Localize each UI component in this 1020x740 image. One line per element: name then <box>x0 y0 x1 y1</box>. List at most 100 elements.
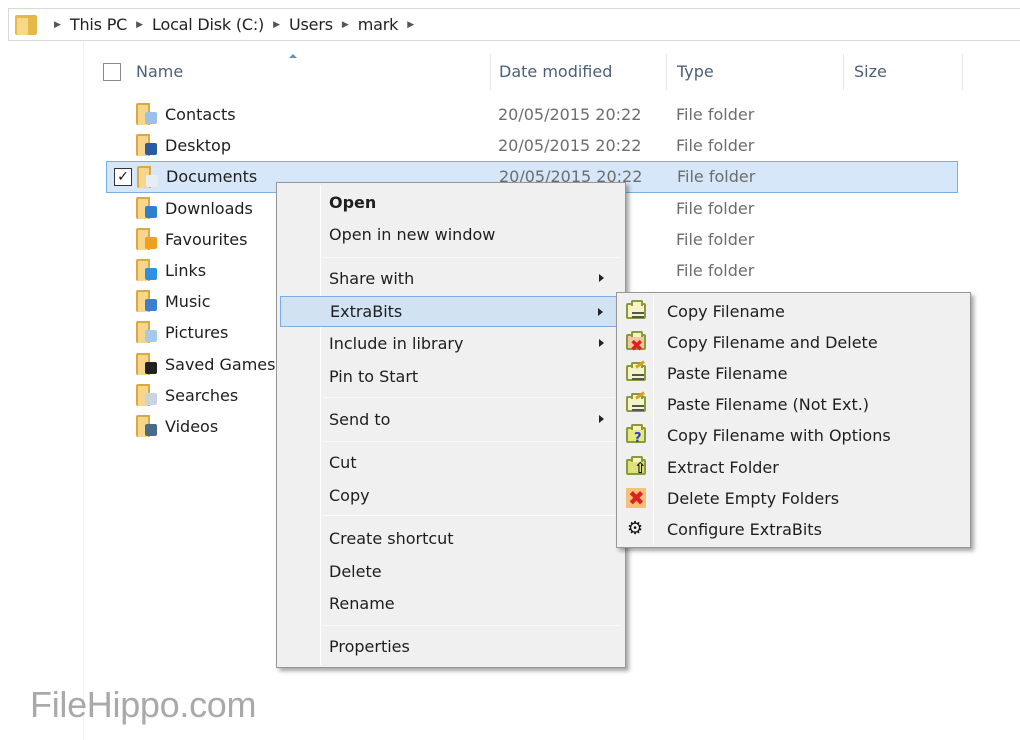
submenu-arrow-icon <box>599 339 604 347</box>
menu-item-label: Create shortcut <box>329 529 454 548</box>
menu-separator <box>323 441 620 442</box>
file-name: Desktop <box>165 136 231 156</box>
breadcrumb-local-disk[interactable]: Local Disk (C:) <box>152 15 264 34</box>
menu-item-pin-to-start[interactable]: Pin to Start <box>280 361 622 392</box>
submenu-item-label: Paste Filename (Not Ext.) <box>667 395 870 415</box>
breadcrumb-chevron-icon[interactable]: ▶ <box>273 20 280 30</box>
menu-item-label: Include in library <box>329 334 464 353</box>
breadcrumb-chevron-icon[interactable]: ▶ <box>136 20 143 30</box>
breadcrumb-users[interactable]: Users <box>289 15 333 34</box>
column-divider[interactable] <box>490 54 491 90</box>
paste-filename-noext-icon <box>626 391 646 414</box>
file-name: Music <box>165 292 211 312</box>
submenu-item-copy-filename-and-delete[interactable]: ✖ Copy Filename and Delete <box>620 327 967 358</box>
file-type: File folder <box>676 261 755 281</box>
file-row[interactable]: Contacts 20/05/2015 20:22 File folder <box>106 99 958 130</box>
menu-item-cut[interactable]: Cut <box>280 447 622 478</box>
file-name: Searches <box>165 385 239 405</box>
copy-filename-options-icon: ? <box>626 424 646 445</box>
searches-folder-icon <box>136 383 158 406</box>
column-headers: Name Date modified Type Size <box>84 48 1020 96</box>
gear-icon: ⚙ <box>627 517 644 539</box>
breadcrumb-chevron-icon[interactable]: ▶ <box>54 20 61 30</box>
submenu-item-label: Delete Empty Folders <box>667 488 840 508</box>
submenu-item-paste-filename[interactable]: Paste Filename <box>620 358 967 389</box>
column-header-name[interactable]: Name <box>136 62 183 81</box>
menu-item-label: Rename <box>329 594 395 613</box>
menu-item-label: Open <box>329 193 377 212</box>
context-menu: Open Open in new window Share with ExtraBit… <box>276 182 626 668</box>
submenu-item-copy-filename-with-options[interactable]: ? Copy Filename with Options <box>620 420 967 451</box>
folder-icon <box>15 14 37 35</box>
paste-filename-icon <box>626 360 646 383</box>
column-divider[interactable] <box>843 54 844 90</box>
submenu-item-extract-folder[interactable]: ⇧ Extract Folder <box>620 452 967 483</box>
menu-item-share-with[interactable]: Share with <box>280 263 622 294</box>
menu-separator <box>323 397 620 398</box>
column-header-size[interactable]: Size <box>854 62 887 81</box>
file-type: File folder <box>676 229 755 249</box>
file-type: File folder <box>676 105 755 125</box>
menu-item-copy[interactable]: Copy <box>280 480 622 511</box>
submenu-item-paste-filename-not-ext[interactable]: Paste Filename (Not Ext.) <box>620 389 967 420</box>
column-divider[interactable] <box>666 54 667 90</box>
saved-games-folder-icon <box>136 352 158 375</box>
file-date-modified: 20/05/2015 20:22 <box>498 105 642 125</box>
submenu-item-label: Copy Filename <box>667 302 785 321</box>
submenu-arrow-icon <box>599 415 604 423</box>
favourites-folder-icon <box>136 227 158 250</box>
file-name: Favourites <box>165 229 248 249</box>
file-name: Links <box>165 261 207 281</box>
links-folder-icon <box>136 258 158 281</box>
menu-separator <box>323 515 620 516</box>
documents-folder-icon <box>137 166 159 189</box>
row-checkbox[interactable]: ✓ <box>114 168 132 187</box>
column-divider[interactable] <box>962 54 963 90</box>
contacts-folder-icon <box>136 103 158 125</box>
menu-item-open-in-new-window[interactable]: Open in new window <box>280 219 622 250</box>
breadcrumb-this-pc[interactable]: This PC <box>70 15 127 34</box>
breadcrumb-chevron-icon[interactable]: ▶ <box>342 20 349 30</box>
menu-item-label: Properties <box>329 637 410 656</box>
breadcrumb-mark[interactable]: mark <box>358 15 399 34</box>
breadcrumb-chevron-icon[interactable]: ▶ <box>407 20 414 30</box>
submenu-item-label: Copy Filename and Delete <box>667 333 878 353</box>
submenu-item-copy-filename[interactable]: Copy Filename <box>620 296 967 327</box>
submenu-item-label: Paste Filename <box>667 364 788 384</box>
menu-item-extrabits[interactable]: ExtraBits <box>280 296 622 327</box>
submenu-arrow-icon <box>599 274 604 282</box>
navigation-pane-divider <box>83 42 84 740</box>
menu-item-open[interactable]: Open <box>280 187 622 218</box>
file-date-modified: 20/05/2015 20:22 <box>498 136 642 156</box>
menu-item-include-in-library[interactable]: Include in library <box>280 328 622 359</box>
file-row[interactable]: Desktop 20/05/2015 20:22 File folder <box>106 130 958 161</box>
file-name: Pictures <box>165 323 229 343</box>
menu-item-rename[interactable]: Rename <box>280 588 622 619</box>
submenu-arrow-icon <box>598 308 603 316</box>
extrabits-submenu: Copy Filename ✖ Copy Filename and Delete … <box>616 292 971 548</box>
file-type: File folder <box>676 136 755 156</box>
menu-item-label: Delete <box>329 562 382 581</box>
music-folder-icon <box>136 290 158 313</box>
select-all-checkbox[interactable] <box>103 63 121 81</box>
column-header-type[interactable]: Type <box>677 62 714 81</box>
file-type: File folder <box>677 167 756 187</box>
address-bar[interactable]: ▶ This PC ▶ Local Disk (C:) ▶ Users ▶ ma… <box>8 8 1020 41</box>
videos-folder-icon <box>136 414 158 437</box>
menu-item-send-to[interactable]: Send to <box>280 404 622 435</box>
file-name: Downloads <box>165 198 253 218</box>
submenu-item-delete-empty-folders[interactable]: ✖ Delete Empty Folders <box>620 483 967 514</box>
file-type: File folder <box>676 198 755 218</box>
menu-item-create-shortcut[interactable]: Create shortcut <box>280 523 622 554</box>
desktop-folder-icon <box>136 134 158 157</box>
file-name: Documents <box>166 167 258 187</box>
menu-item-delete[interactable]: Delete <box>280 556 622 587</box>
column-header-date-modified[interactable]: Date modified <box>499 62 612 81</box>
menu-item-properties[interactable]: Properties <box>280 631 622 662</box>
menu-item-label: Open in new window <box>329 225 496 244</box>
sort-ascending-icon <box>289 54 297 58</box>
submenu-item-configure-extrabits[interactable]: ⚙ Configure ExtraBits <box>620 514 967 545</box>
file-name: Saved Games <box>165 354 276 374</box>
file-name: Contacts <box>165 105 236 125</box>
menu-item-label: Send to <box>329 410 391 429</box>
